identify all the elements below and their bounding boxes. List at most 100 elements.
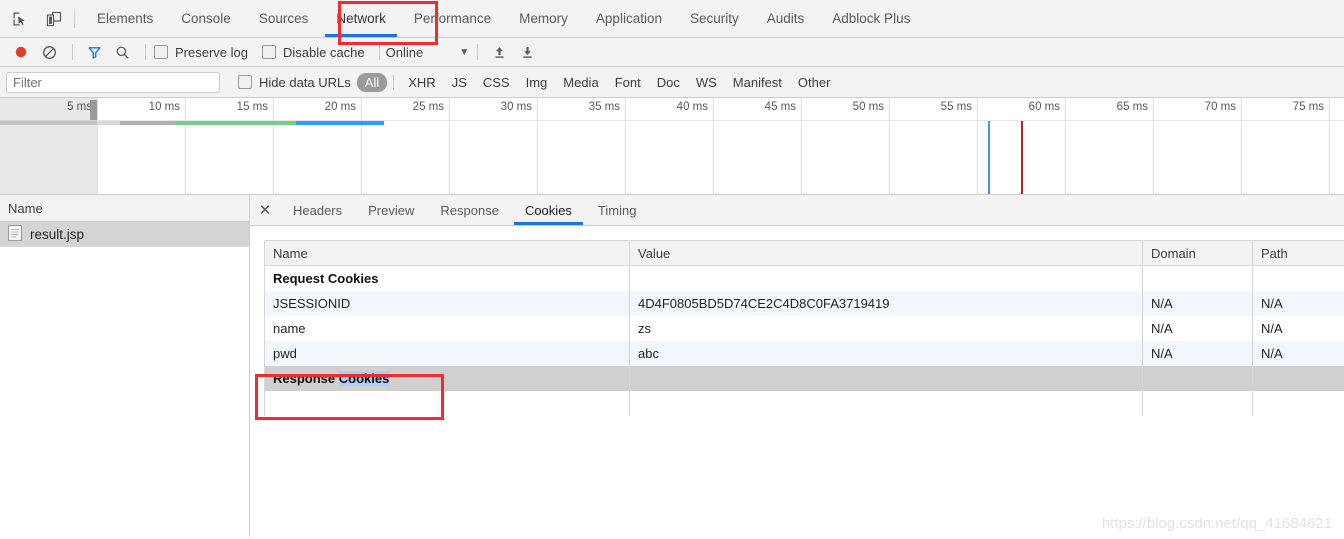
group-label-selected-text: Cookies <box>338 371 390 386</box>
request-list-header[interactable]: Name <box>0 195 249 222</box>
filter-type-xhr[interactable]: XHR <box>400 73 443 92</box>
tick-label: 70 ms <box>1204 101 1236 113</box>
disable-cache-label: Disable cache <box>282 44 365 60</box>
filter-type-doc[interactable]: Doc <box>649 73 688 92</box>
export-har-icon[interactable] <box>514 40 540 64</box>
cookie-row-jsessionid[interactable]: JSESSIONID 4D4F0805BD5D74CE2C4D8C0FA3719… <box>264 291 1344 316</box>
filter-type-media[interactable]: Media <box>555 73 606 92</box>
filter-type-manifest[interactable]: Manifest <box>725 73 790 92</box>
record-button[interactable] <box>8 40 34 64</box>
device-toolbar-icon[interactable] <box>40 5 68 33</box>
search-icon[interactable] <box>109 40 135 64</box>
inspect-element-icon[interactable] <box>6 5 34 33</box>
cookies-group-response[interactable]: Response Cookies <box>264 366 1344 391</box>
group-value <box>629 265 1143 291</box>
tab-label: Security <box>689 11 739 26</box>
tab-label: Elements <box>97 11 154 26</box>
cookie-name: JSESSIONID <box>264 291 630 316</box>
tab-sources[interactable]: Sources <box>245 0 323 37</box>
tab-label: Console <box>181 11 231 26</box>
filter-bar: Hide data URLs All XHR JS CSS Img Media … <box>0 67 1344 98</box>
column-header-value[interactable]: Value <box>629 240 1143 266</box>
checkbox-box <box>154 45 168 59</box>
group-path <box>1252 366 1344 391</box>
cookies-group-request[interactable]: Request Cookies <box>264 265 1344 291</box>
panel-tabs: Elements Console Sources Network Perform… <box>83 0 924 37</box>
filter-type-font[interactable]: Font <box>607 73 649 92</box>
filter-type-img[interactable]: Img <box>518 73 556 92</box>
toolbar-divider <box>74 9 75 28</box>
hide-data-urls-checkbox[interactable]: Hide data URLs <box>238 75 351 90</box>
filter-divider <box>393 74 395 90</box>
cookie-row-name[interactable]: name zs N/A N/A <box>264 316 1344 341</box>
tick-label: 65 ms <box>1116 101 1148 113</box>
disable-cache-checkbox[interactable]: Disable cache <box>261 44 365 60</box>
import-har-icon[interactable] <box>486 40 512 64</box>
filter-type-js[interactable]: JS <box>444 73 475 92</box>
group-label-prefix: Response <box>273 371 339 386</box>
filter-input[interactable] <box>6 71 220 93</box>
filter-type-ws[interactable]: WS <box>688 73 725 92</box>
throttling-select[interactable]: Online ▼ <box>386 45 469 60</box>
network-body: Name result.jsp ✕ Headers Preview Respon… <box>0 195 1344 537</box>
overview-selection-handle[interactable] <box>90 100 97 120</box>
filter-type-other[interactable]: Other <box>790 73 839 92</box>
close-icon[interactable]: ✕ <box>250 195 280 225</box>
cookie-row-pwd[interactable]: pwd abc N/A N/A <box>264 341 1344 366</box>
tab-label: Network <box>336 11 386 26</box>
overview-ruler: 5 ms 10 ms 15 ms 20 ms 25 ms 30 ms 35 ms… <box>0 98 1344 194</box>
tab-security[interactable]: Security <box>676 0 753 37</box>
detail-tab-response[interactable]: Response <box>427 195 512 225</box>
preserve-log-label: Preserve log <box>175 44 248 60</box>
network-overview[interactable]: 5 ms 10 ms 15 ms 20 ms 25 ms 30 ms 35 ms… <box>0 98 1344 195</box>
detail-tab-preview[interactable]: Preview <box>355 195 427 225</box>
tab-performance[interactable]: Performance <box>400 0 505 37</box>
cookies-empty-row <box>264 391 1344 416</box>
tab-application[interactable]: Application <box>582 0 676 37</box>
tab-network[interactable]: Network <box>322 0 400 37</box>
overview-selection-dim[interactable] <box>0 98 97 194</box>
cookies-panel: Name Value Domain Path Request Cookies J… <box>250 226 1344 537</box>
tick-label: 30 ms <box>500 101 532 113</box>
tick-label: 55 ms <box>940 101 972 113</box>
group-value <box>629 366 1143 391</box>
tab-audits[interactable]: Audits <box>753 0 819 37</box>
overview-tick: 35 ms <box>538 98 626 194</box>
group-label: Request Cookies <box>264 265 630 291</box>
column-header-domain[interactable]: Domain <box>1142 240 1253 266</box>
overview-tick: 25 ms <box>362 98 450 194</box>
detail-tab-timing[interactable]: Timing <box>585 195 650 225</box>
group-domain <box>1142 366 1253 391</box>
filter-icon[interactable] <box>81 40 107 64</box>
overview-tick: 75 ms <box>1242 98 1330 194</box>
toolbar-divider <box>145 44 146 60</box>
hide-data-urls-label: Hide data URLs <box>259 74 351 90</box>
resource-type-filters: All XHR JS CSS Img Media Font Doc WS Man… <box>356 72 839 92</box>
cookie-path: N/A <box>1252 341 1344 366</box>
tab-memory[interactable]: Memory <box>505 0 582 37</box>
detail-tab-headers[interactable]: Headers <box>280 195 355 225</box>
filter-type-css[interactable]: CSS <box>475 73 518 92</box>
preserve-log-checkbox[interactable]: Preserve log <box>154 45 248 60</box>
clear-button[interactable] <box>36 40 62 64</box>
column-header-path[interactable]: Path <box>1252 240 1344 266</box>
detail-tab-cookies[interactable]: Cookies <box>512 195 585 225</box>
tick-label: 15 ms <box>236 101 268 113</box>
dom-content-loaded-marker <box>988 121 990 194</box>
cookie-domain: N/A <box>1142 291 1253 316</box>
tab-console[interactable]: Console <box>167 0 245 37</box>
request-name: result.jsp <box>30 227 85 242</box>
request-row-result-jsp[interactable]: result.jsp <box>0 222 249 247</box>
overview-tick: 45 ms <box>714 98 802 194</box>
overview-tick: 55 ms <box>890 98 978 194</box>
column-header-name[interactable]: Name <box>264 240 630 266</box>
tab-elements[interactable]: Elements <box>83 0 167 37</box>
tick-label: 75 ms <box>1292 101 1324 113</box>
request-detail-pane: ✕ Headers Preview Response Cookies Timin… <box>250 195 1344 537</box>
filter-type-all[interactable]: All <box>356 72 388 92</box>
document-icon <box>8 225 22 244</box>
cookie-value: 4D4F0805BD5D74CE2C4D8C0FA3719419 <box>629 291 1143 316</box>
tick-label: 45 ms <box>764 101 796 113</box>
empty-name <box>264 391 630 416</box>
tab-adblock-plus[interactable]: Adblock Plus <box>818 0 924 37</box>
